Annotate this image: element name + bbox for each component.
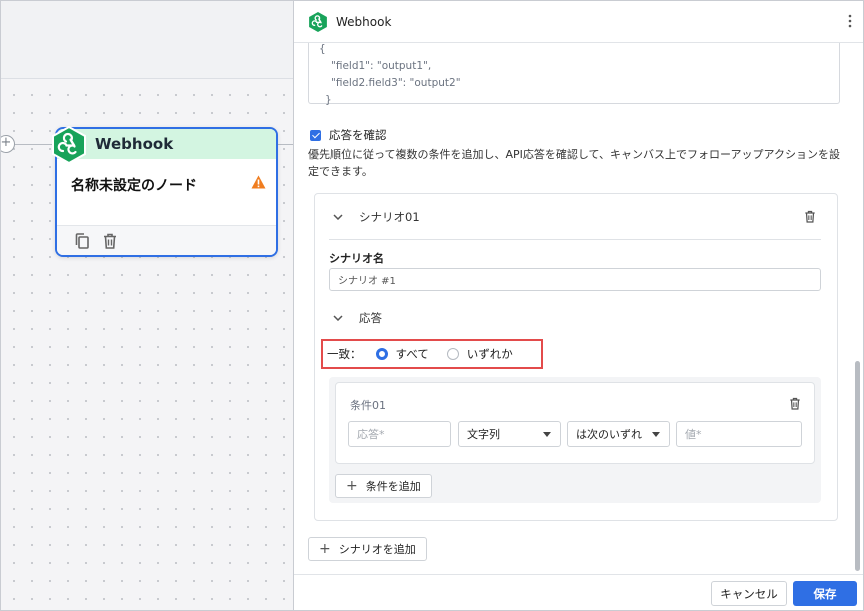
caret-down-icon: [652, 432, 660, 437]
plus-icon: +: [346, 478, 358, 494]
condition-operator-value: は次のいずれ: [576, 428, 642, 441]
panel-scrollbar[interactable]: [855, 361, 860, 571]
copy-icon[interactable]: [73, 232, 91, 250]
delete-scenario-icon[interactable]: [803, 209, 817, 224]
condition-title: 条件01: [350, 399, 386, 412]
response-section-header[interactable]: 応答: [329, 310, 382, 326]
save-button[interactable]: 保存: [793, 581, 857, 606]
workflow-canvas[interactable]: + Webhook 名称未設定のノード: [0, 0, 294, 611]
panel-title: Webhook: [336, 14, 392, 29]
webhook-node[interactable]: Webhook 名称未設定のノード: [52, 126, 278, 257]
cancel-button[interactable]: キャンセル: [711, 581, 787, 606]
match-mode-group: 一致： すべて いずれか: [321, 339, 543, 369]
connector-line-out: [277, 144, 293, 145]
condition-operator-select[interactable]: は次のいずれ: [567, 421, 670, 447]
add-scenario-button[interactable]: + シナリオを追加: [308, 537, 427, 561]
validate-response-row[interactable]: 応答を確認: [310, 127, 387, 143]
sample-response-code[interactable]: { "field1": "output1", "field2.field3": …: [308, 43, 840, 106]
panel-scroll-area[interactable]: { "field1": "output1", "field2.field3": …: [294, 43, 863, 574]
scenario-card: シナリオ01 シナリオ名 応答 一致： すべて いず: [314, 193, 838, 521]
scenario-name-label: シナリオ名: [329, 252, 384, 265]
warning-icon: [251, 175, 266, 189]
scenario-header[interactable]: シナリオ01: [329, 194, 821, 240]
code-line: "field1": "output1",: [331, 60, 432, 72]
add-scenario-label: シナリオを追加: [338, 543, 416, 556]
conditions-container: 条件01 応答* 文字列 は次のいずれ 値* + 条件を追加: [329, 377, 821, 503]
webhook-icon: [309, 11, 327, 32]
node-type-label: Webhook: [57, 129, 276, 159]
condition-response-input[interactable]: 応答*: [348, 421, 451, 447]
validate-response-checkbox[interactable]: [310, 129, 321, 141]
condition-value-input[interactable]: 値*: [676, 421, 802, 447]
add-condition-button[interactable]: + 条件を追加: [335, 474, 432, 498]
match-mode-label: 一致：: [327, 347, 362, 361]
config-panel: Webhook { "field1": "output1", "field2.f…: [294, 0, 864, 611]
add-condition-label: 条件を追加: [365, 480, 421, 493]
scenario-header-label: シナリオ01: [359, 209, 420, 224]
more-options-icon[interactable]: [847, 13, 853, 29]
validate-response-label: 応答を確認: [329, 128, 387, 142]
chevron-down-icon[interactable]: [333, 315, 343, 321]
node-body: 名称未設定のノード: [57, 159, 276, 225]
panel-footer: キャンセル 保存: [294, 574, 863, 610]
connector-line-in: [15, 144, 55, 145]
match-any-radio[interactable]: [446, 348, 459, 360]
node-actions: [57, 225, 276, 255]
match-all-radio[interactable]: [375, 348, 388, 360]
response-section-label: 応答: [359, 311, 382, 325]
match-any-label[interactable]: いずれか: [467, 346, 513, 362]
trash-icon[interactable]: [101, 232, 119, 250]
caret-down-icon: [543, 432, 551, 437]
validate-description: 優先順位に従って複数の条件を追加し、API応答を確認して、キャンバス上でフォロー…: [308, 148, 840, 178]
canvas-toolbar-area: [1, 1, 293, 79]
code-line: "field2.field3": "output2": [331, 77, 461, 89]
chevron-down-icon[interactable]: [333, 213, 343, 220]
node-title: 名称未設定のノード: [71, 178, 197, 194]
condition-type-select[interactable]: 文字列: [458, 421, 561, 447]
plus-icon: +: [319, 541, 331, 557]
delete-condition-icon[interactable]: [788, 396, 802, 411]
match-all-label[interactable]: すべて: [396, 346, 429, 362]
condition-type-value: 文字列: [467, 428, 500, 441]
scenario-name-input[interactable]: [329, 268, 821, 291]
condition-card: 条件01 応答* 文字列 は次のいずれ 値*: [335, 382, 815, 464]
code-line: }: [325, 94, 332, 106]
code-line: {: [319, 43, 326, 55]
panel-header: Webhook: [294, 1, 863, 43]
